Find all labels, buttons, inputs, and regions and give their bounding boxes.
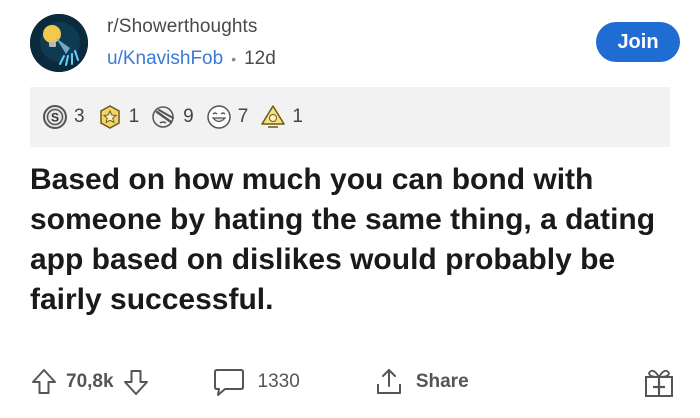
join-button[interactable]: Join — [596, 22, 680, 62]
showerhead-icon — [30, 14, 88, 72]
share-icon — [376, 369, 401, 394]
subreddit-name[interactable]: r/Showerthoughts — [107, 16, 258, 38]
award-count: 7 — [237, 106, 249, 127]
awards-bar[interactable]: S 3 1 9 7 1 — [30, 87, 670, 147]
svg-text:S: S — [51, 111, 59, 125]
post-title[interactable]: Based on how much you can bond with some… — [30, 160, 670, 320]
award-laughing[interactable]: 7 — [206, 104, 249, 130]
award-helpful[interactable]: 1 — [97, 104, 140, 130]
award-silver[interactable]: S 3 — [42, 104, 85, 130]
upvote-arrow-icon — [32, 369, 56, 394]
gift-icon — [645, 369, 673, 397]
take-my-energy-award-icon — [261, 105, 286, 128]
laughing-award-icon — [206, 105, 231, 129]
award-count: 1 — [292, 106, 303, 127]
share-button[interactable]: Share — [374, 367, 469, 397]
helpful-award-icon — [99, 105, 120, 129]
award-gift-button[interactable] — [643, 365, 675, 399]
vote-controls: 70,8k — [30, 367, 150, 397]
facepalm-award-icon — [152, 106, 175, 128]
downvote-arrow-icon — [123, 370, 148, 395]
award-count: 9 — [183, 106, 194, 127]
author-username[interactable]: u/KnavishFob — [107, 48, 223, 70]
award-count: 3 — [74, 106, 85, 127]
post-action-bar: 70,8k 1330 Share — [30, 360, 675, 404]
upvote-button[interactable] — [30, 367, 58, 397]
award-count: 1 — [128, 106, 140, 127]
silver-award-icon: S — [43, 105, 67, 129]
meta-separator: • — [231, 51, 237, 67]
reddit-post: r/Showerthoughts u/KnavishFob • 12d Join… — [0, 0, 700, 418]
downvote-button[interactable] — [122, 367, 150, 397]
award-take-my-energy[interactable]: 1 — [260, 104, 303, 130]
comments-button[interactable]: 1330 — [212, 367, 300, 397]
award-facepalm[interactable]: 9 — [151, 104, 194, 130]
comment-bubble-icon — [213, 369, 244, 396]
post-age: 12d — [244, 48, 276, 69]
comment-count: 1330 — [257, 371, 300, 392]
vote-score: 70,8k — [66, 371, 114, 392]
post-meta: u/KnavishFob • 12d — [107, 48, 276, 70]
subreddit-avatar[interactable] — [30, 14, 88, 72]
share-label: Share — [415, 371, 469, 392]
